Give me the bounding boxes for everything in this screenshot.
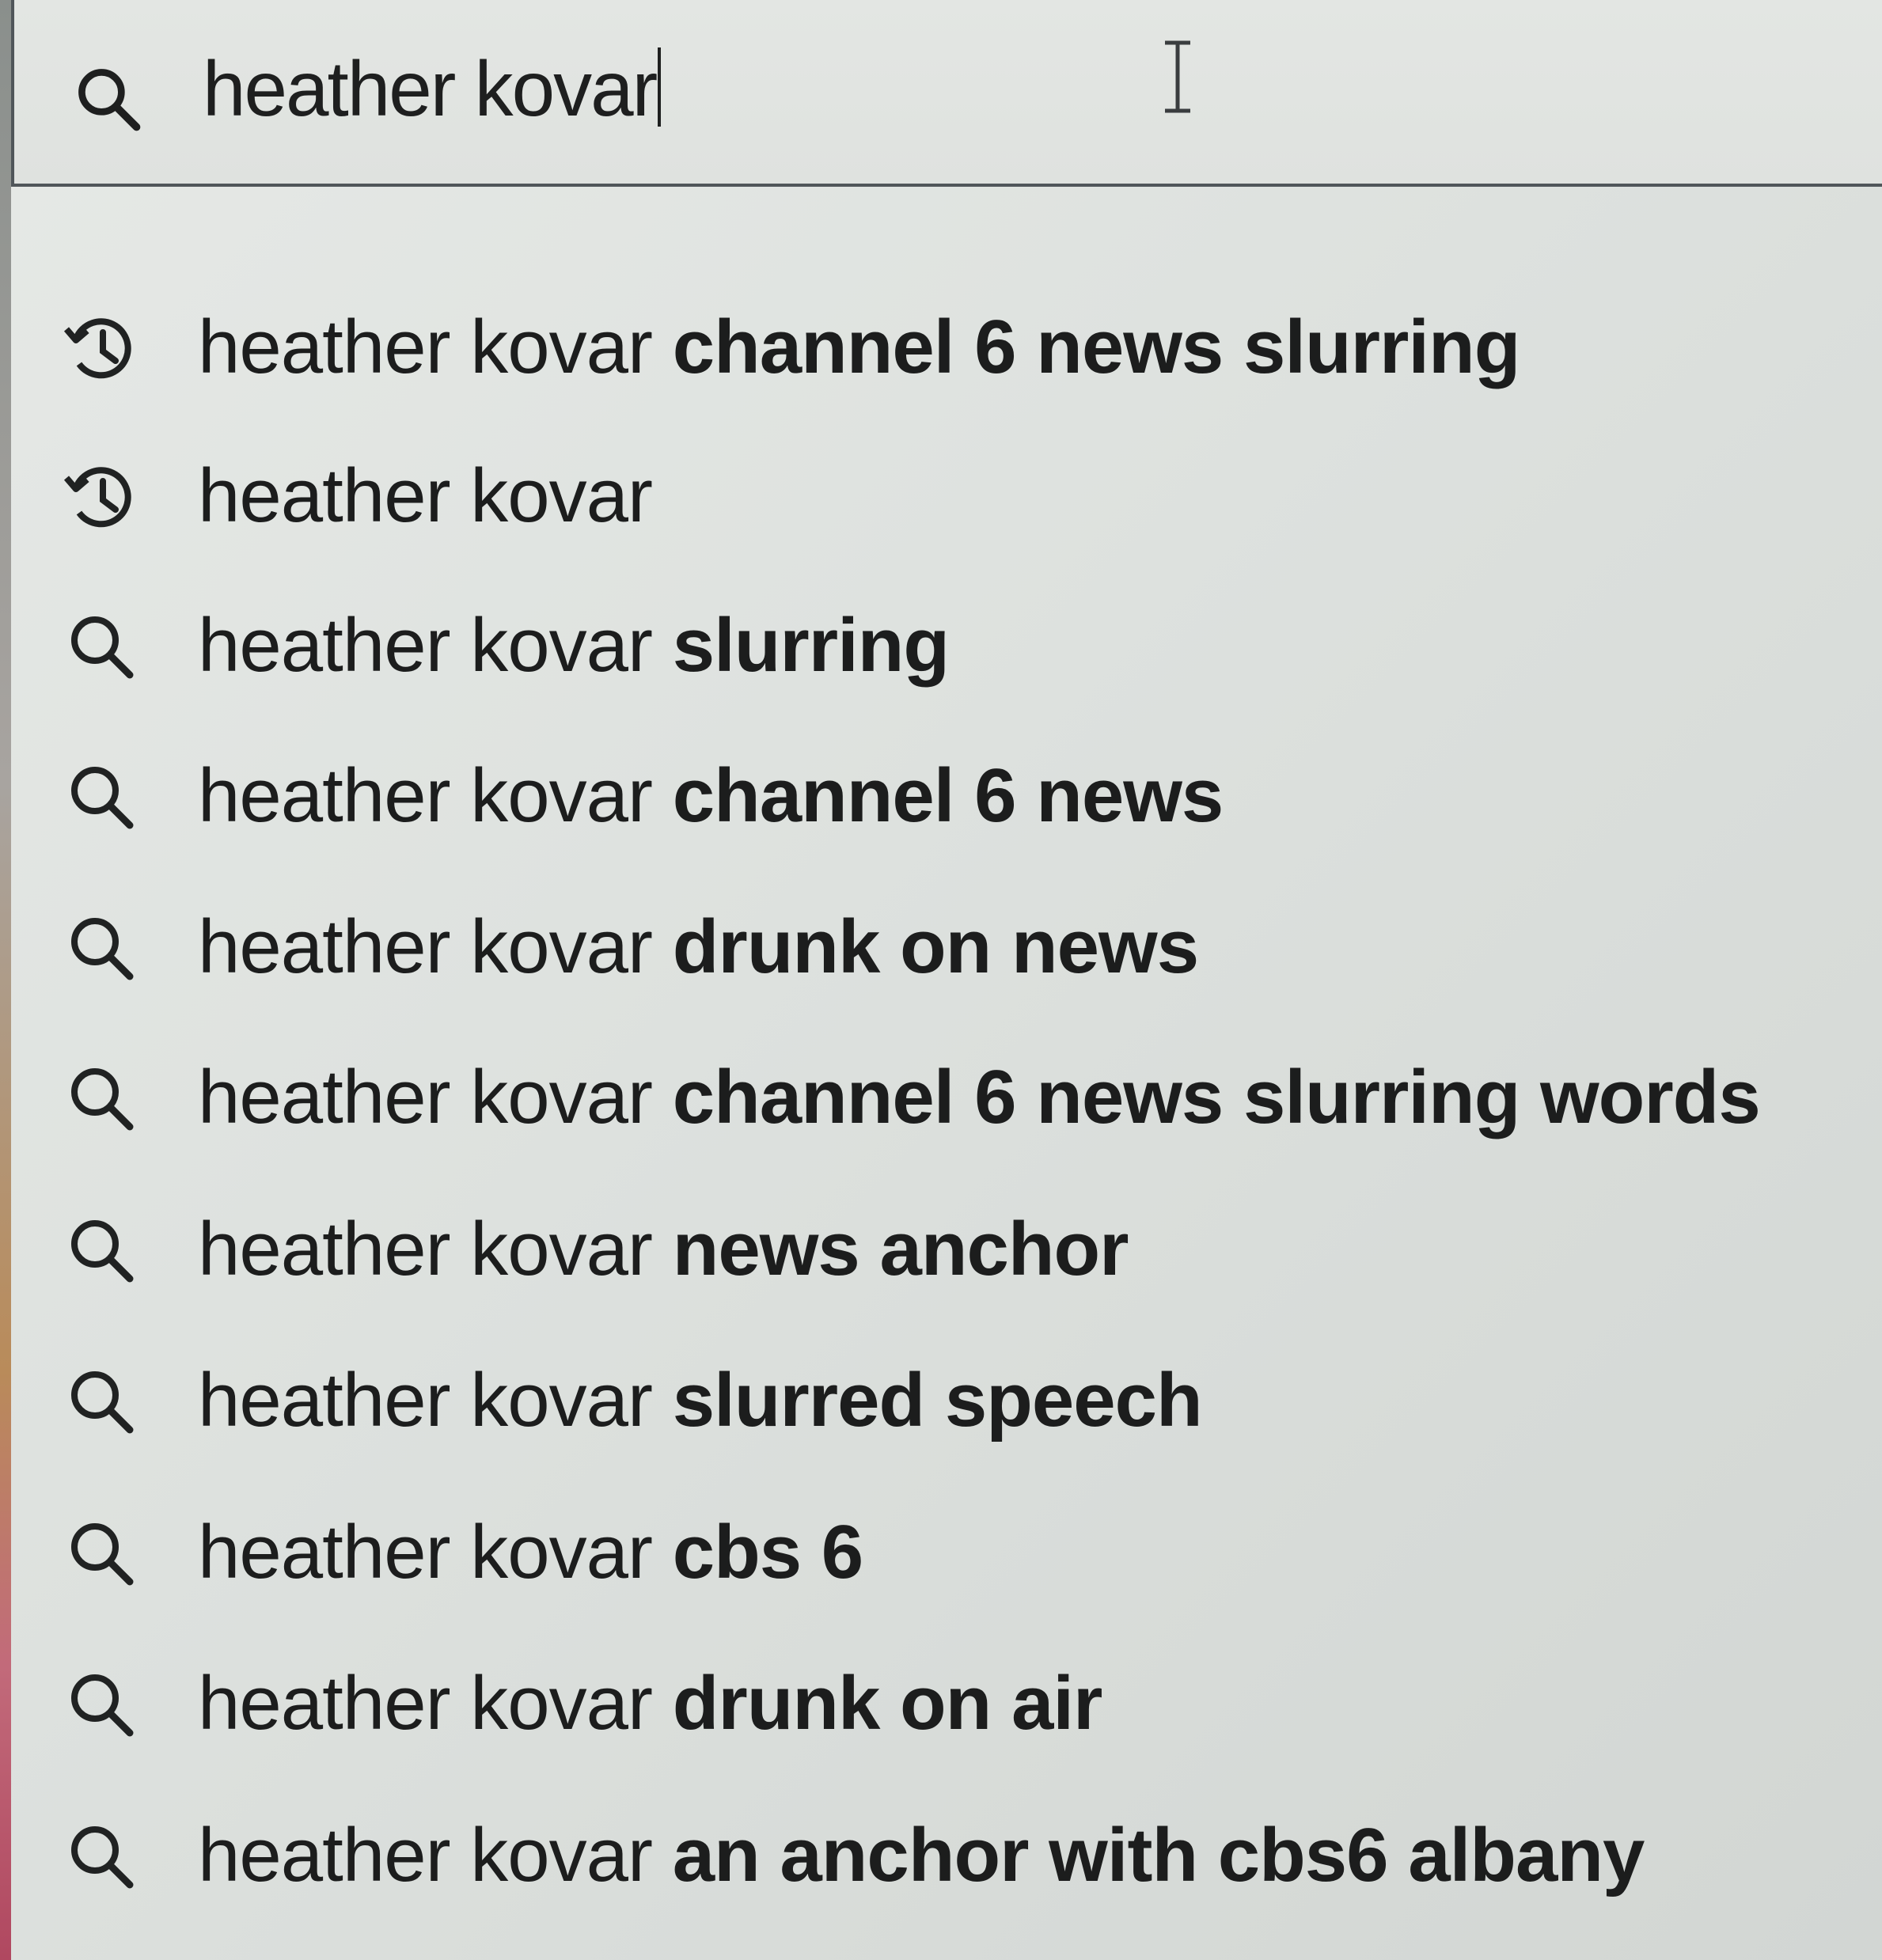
suggestion-completion-part: slurring bbox=[652, 603, 950, 688]
suggestion-completion-part: news anchor bbox=[652, 1207, 1129, 1291]
text-caret bbox=[658, 47, 662, 127]
suggestion-text: heather kovar channel 6 news slurring wo… bbox=[198, 1054, 1761, 1141]
search-icon bbox=[71, 1826, 134, 1889]
suggestion-typed-part: heather kovar bbox=[198, 1207, 653, 1291]
suggestion-item[interactable]: heather kovar channel 6 news bbox=[11, 722, 1882, 873]
suggestion-typed-part: heather kovar bbox=[198, 1358, 653, 1443]
suggestion-typed-part: heather kovar bbox=[198, 1510, 653, 1594]
search-icon bbox=[71, 1068, 134, 1131]
suggestion-completion-part: channel 6 news bbox=[652, 753, 1224, 838]
suggestion-typed-part: heather kovar bbox=[198, 1055, 653, 1139]
suggestion-completion-part: an anchor with cbs6 albany bbox=[652, 1813, 1645, 1897]
suggestion-text: heather kovar slurring bbox=[198, 602, 950, 689]
suggestion-item[interactable]: heather kovar slurred speech bbox=[11, 1327, 1882, 1477]
left-edge-strip bbox=[0, 0, 11, 1960]
search-box[interactable]: heather kovar bbox=[11, 0, 1882, 187]
suggestion-text: heather kovar news anchor bbox=[198, 1206, 1129, 1293]
suggestion-completion-part: cbs 6 bbox=[652, 1510, 863, 1594]
search-icon bbox=[71, 918, 134, 980]
search-input[interactable]: heather kovar bbox=[203, 44, 662, 134]
suggestion-typed-part: heather kovar bbox=[198, 753, 653, 838]
history-icon bbox=[63, 467, 131, 528]
suggestion-text: heather kovar drunk on news bbox=[198, 904, 1199, 991]
suggestion-completion-part: slurred speech bbox=[652, 1358, 1203, 1443]
suggestion-typed-part: heather kovar bbox=[198, 1661, 653, 1746]
suggestion-text: heather kovar drunk on air bbox=[198, 1660, 1102, 1747]
search-icon bbox=[71, 616, 134, 679]
suggestion-item[interactable]: heather kovar bbox=[11, 423, 1882, 573]
suggestion-typed-part: heather kovar bbox=[198, 453, 653, 538]
suggestion-item[interactable]: heather kovar channel 6 news slurring wo… bbox=[11, 1024, 1882, 1174]
suggestion-item[interactable]: heather kovar drunk on news bbox=[11, 874, 1882, 1024]
search-query-text: heather kovar bbox=[203, 45, 658, 132]
suggestion-typed-part: heather kovar bbox=[198, 904, 653, 989]
suggestion-text: heather kovar cbs 6 bbox=[198, 1509, 863, 1596]
suggestion-typed-part: heather kovar bbox=[198, 1813, 653, 1897]
suggestion-item[interactable]: heather kovar slurring bbox=[11, 572, 1882, 722]
suggestion-item[interactable]: heather kovar cbs 6 bbox=[11, 1479, 1882, 1629]
suggestion-text: heather kovar an anchor with cbs6 albany bbox=[198, 1812, 1645, 1899]
suggestion-item[interactable]: heather kovar news anchor bbox=[11, 1176, 1882, 1326]
suggestion-typed-part: heather kovar bbox=[198, 603, 653, 688]
suggestion-text: heather kovar slurred speech bbox=[198, 1357, 1203, 1444]
search-icon bbox=[71, 1523, 134, 1586]
suggestion-item[interactable]: heather kovar channel 6 news slurring bbox=[11, 274, 1882, 424]
suggestion-text: heather kovar bbox=[198, 453, 653, 540]
suggestion-typed-part: heather kovar bbox=[198, 305, 653, 389]
suggestion-completion-part: channel 6 news slurring words bbox=[652, 1055, 1761, 1139]
suggestion-text: heather kovar channel 6 news bbox=[198, 753, 1224, 840]
history-icon bbox=[63, 318, 131, 379]
search-icon bbox=[71, 1220, 134, 1283]
suggestion-item[interactable]: heather kovar drunk on air bbox=[11, 1630, 1882, 1780]
suggestion-completion-part: drunk on news bbox=[652, 904, 1199, 989]
search-icon bbox=[71, 1674, 134, 1737]
ibeam-cursor-icon bbox=[1165, 40, 1190, 113]
search-icon bbox=[78, 69, 141, 131]
screen-photo: heather kovar heather kovar channel 6 ne… bbox=[0, 0, 1882, 1960]
suggestion-item[interactable]: heather kovar an anchor with cbs6 albany bbox=[11, 1782, 1882, 1932]
search-icon bbox=[71, 767, 134, 829]
suggestion-completion-part: drunk on air bbox=[652, 1661, 1103, 1746]
search-icon bbox=[71, 1371, 134, 1434]
suggestion-completion-part: channel 6 news slurring bbox=[652, 305, 1521, 389]
suggestion-text: heather kovar channel 6 news slurring bbox=[198, 304, 1520, 391]
